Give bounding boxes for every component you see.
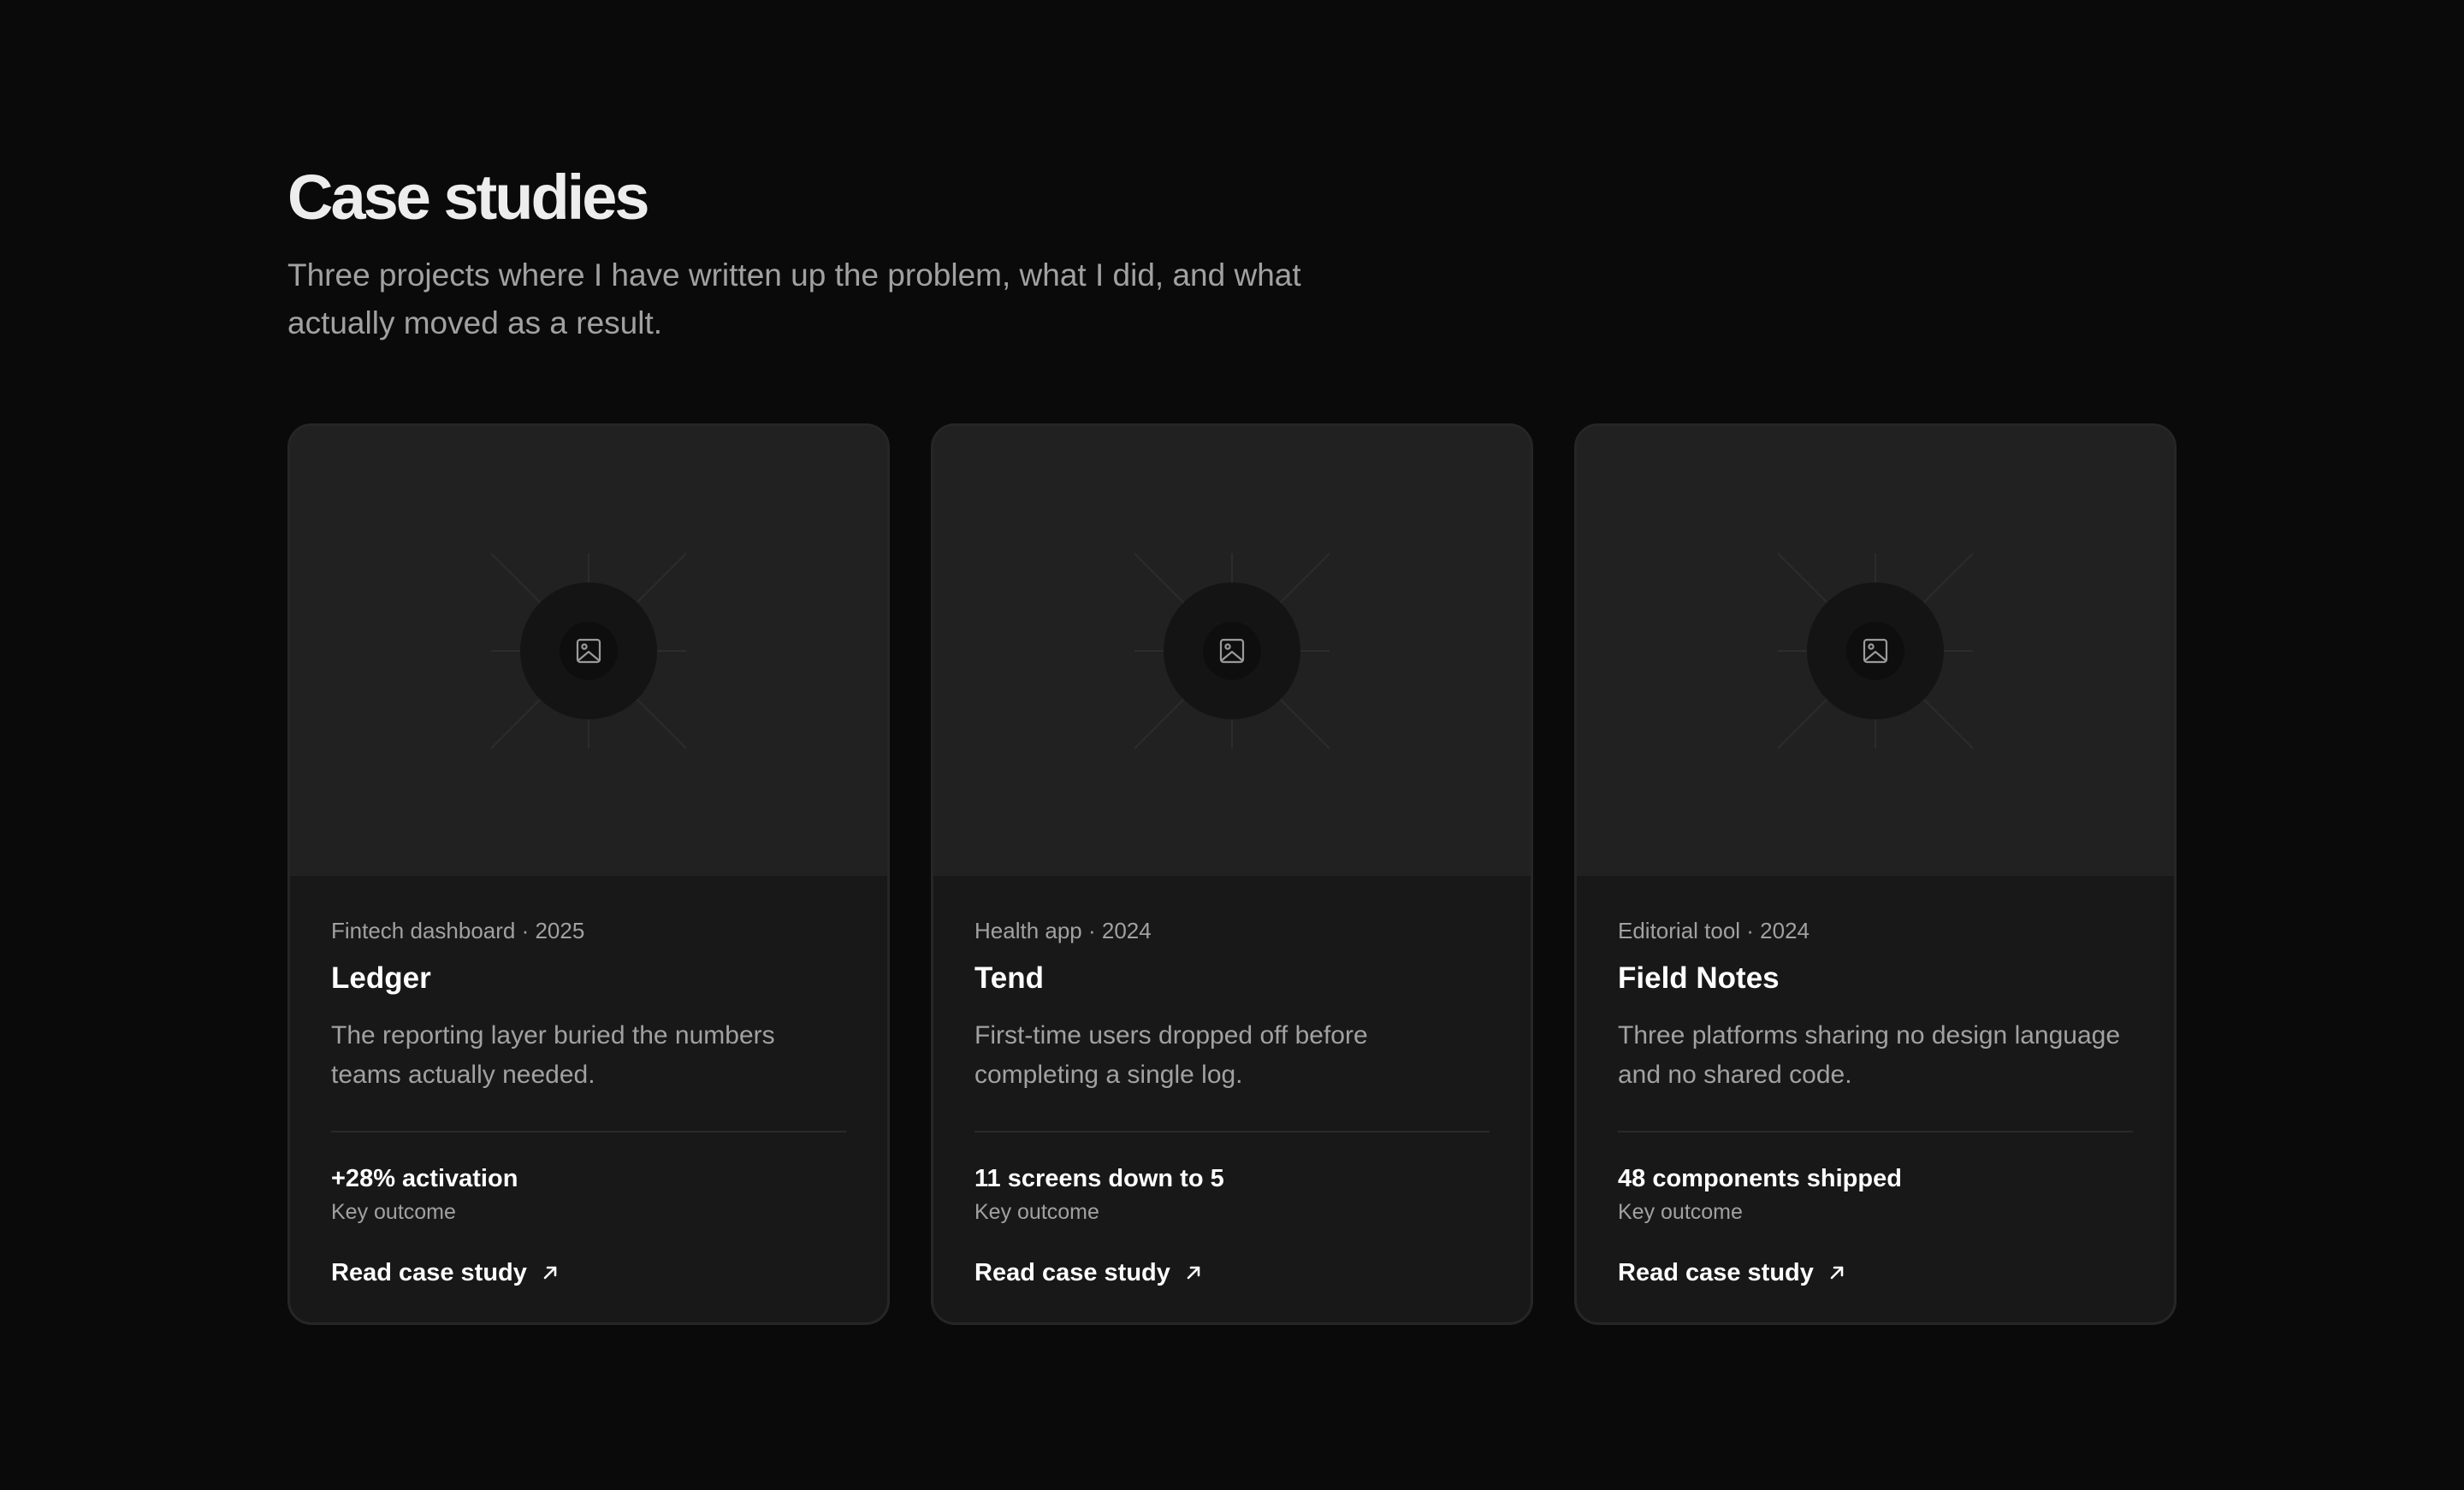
card-meta: Health app · 2024 bbox=[974, 918, 1152, 943]
card-divider bbox=[1618, 1131, 2133, 1132]
section-subtitle: Three projects where I have written up t… bbox=[287, 257, 1301, 340]
card-meta: Fintech dashboard · 2025 bbox=[331, 918, 585, 943]
card-title: Ledger bbox=[331, 961, 431, 995]
case-study-card[interactable]: Editorial tool · 2024 Field Notes Three … bbox=[1574, 423, 2177, 1325]
card-divider bbox=[331, 1131, 846, 1132]
card-outcome: 48 components shipped bbox=[1618, 1165, 1902, 1192]
arrow-up-right-icon bbox=[1187, 1266, 1200, 1280]
link-label: Read case study bbox=[1618, 1259, 1814, 1286]
image-icon bbox=[1777, 553, 1974, 749]
card-outcome-label: Key outcome bbox=[1618, 1200, 1743, 1224]
section-title: Case studies bbox=[287, 162, 650, 233]
read-case-study-link[interactable]: Read case study bbox=[331, 1256, 560, 1290]
card-outcome-label: Key outcome bbox=[974, 1200, 1099, 1224]
card-divider bbox=[974, 1131, 1490, 1132]
arrow-up-right-icon bbox=[543, 1266, 557, 1280]
read-case-study-link[interactable]: Read case study bbox=[974, 1256, 1203, 1290]
card-description: Three platforms sharing no design langua… bbox=[1618, 1021, 2121, 1089]
image-icon bbox=[490, 553, 687, 749]
card-image-placeholder bbox=[1577, 426, 2174, 876]
image-icon bbox=[1134, 553, 1330, 749]
card-image-placeholder bbox=[290, 426, 887, 876]
card-outcome: +28% activation bbox=[331, 1165, 518, 1192]
link-label: Read case study bbox=[331, 1259, 527, 1286]
card-title: Tend bbox=[974, 961, 1045, 995]
case-study-card[interactable]: Fintech dashboard · 2025 Ledger The repo… bbox=[287, 423, 890, 1325]
card-outcome: 11 screens down to 5 bbox=[974, 1165, 1224, 1192]
case-study-grid: Fintech dashboard · 2025 Ledger The repo… bbox=[287, 423, 2177, 1325]
card-description: The reporting layer buried the numbers t… bbox=[331, 1021, 775, 1089]
case-studies-header: Case studies Three projects where I have… bbox=[287, 159, 2178, 347]
case-study-card[interactable]: Health app · 2024 Tend First-time users … bbox=[931, 423, 1533, 1325]
read-case-study-link[interactable]: Read case study bbox=[1618, 1256, 1846, 1290]
card-outcome-label: Key outcome bbox=[331, 1200, 456, 1224]
arrow-up-right-icon bbox=[1830, 1266, 1844, 1280]
card-description: First-time users dropped off before comp… bbox=[974, 1021, 1368, 1089]
card-image-placeholder bbox=[933, 426, 1531, 876]
card-meta: Editorial tool · 2024 bbox=[1618, 918, 1810, 943]
link-label: Read case study bbox=[974, 1259, 1170, 1286]
card-title: Field Notes bbox=[1618, 961, 1780, 995]
